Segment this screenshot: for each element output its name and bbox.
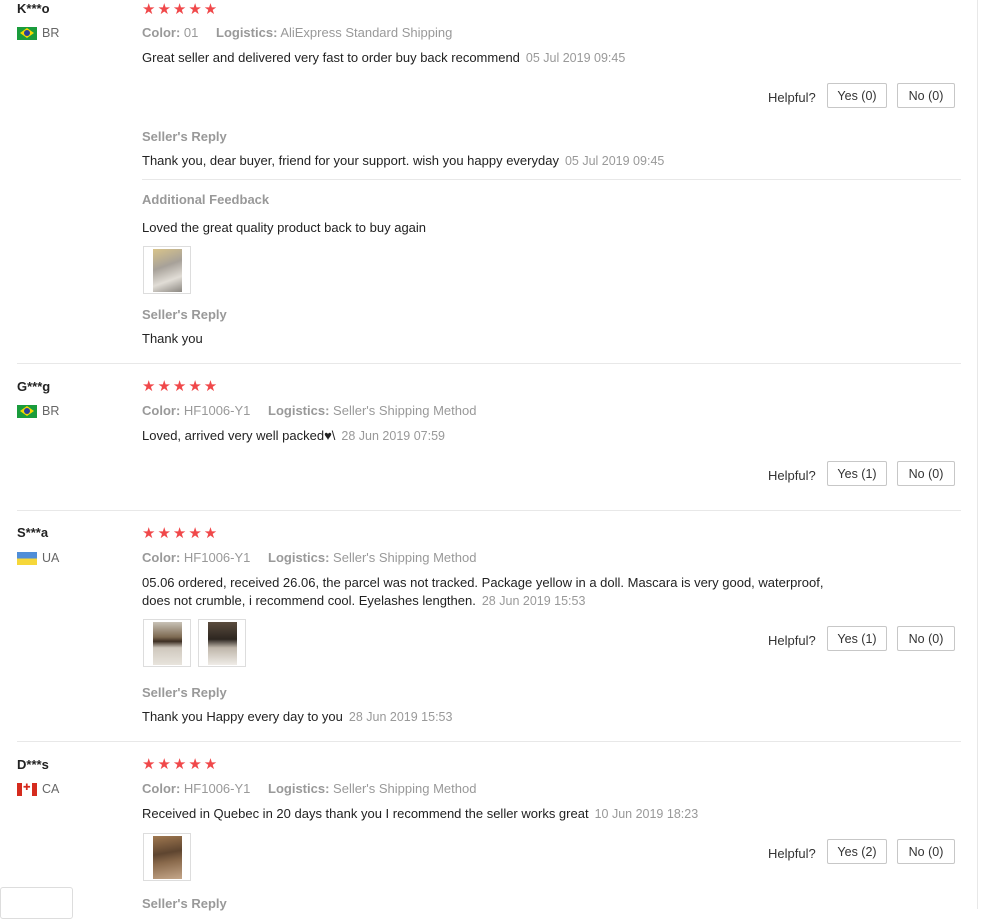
review-text: Loved, arrived very well packed♥\ 28 Jun …: [142, 426, 445, 446]
reviewer-name: D***s: [17, 757, 49, 772]
review-meta: Color: HF1006-Y1 Logistics: Seller's Shi…: [142, 781, 476, 796]
brazil-flag-icon: [17, 26, 37, 40]
review-meta: Color: 01 Logistics: AliExpress Standard…: [142, 25, 452, 40]
review-body: Received in Quebec in 20 days thank you …: [142, 806, 589, 821]
canada-flag-icon: [17, 782, 37, 796]
reviewer-country: CA: [17, 782, 59, 796]
country-code: BR: [42, 26, 60, 40]
review-meta: Color: HF1006-Y1 Logistics: Seller's Shi…: [142, 403, 476, 418]
country-code: UA: [42, 551, 60, 565]
review-body: Great seller and delivered very fast to …: [142, 50, 520, 65]
logistics-value: Seller's Shipping Method: [333, 550, 477, 565]
reviewer-country: UA: [17, 551, 59, 565]
seller-reply-text: Thank you: [142, 331, 203, 346]
additional-feedback-title: Additional Feedback: [142, 192, 270, 207]
review-meta: Color: HF1006-Y1 Logistics: Seller's Shi…: [142, 550, 476, 565]
review-text-line-1: 05.06 ordered, received 26.06, the parce…: [142, 575, 824, 590]
review-text: Great seller and delivered very fast to …: [142, 48, 625, 68]
helpful-yes-button[interactable]: Yes (1): [827, 461, 887, 486]
star-rating: ★★★★★: [142, 1, 220, 18]
review-date: 10 Jun 2019 18:23: [594, 807, 699, 821]
color-label: Color:: [142, 550, 181, 565]
seller-reply-title: Seller's Reply: [142, 307, 227, 322]
helpful-yes-button[interactable]: Yes (1): [827, 626, 887, 651]
reviewer-country: BR: [17, 26, 59, 40]
review-text: Received in Quebec in 20 days thank you …: [142, 804, 698, 824]
helpful-label: Helpful?: [768, 90, 816, 105]
review-body: Loved, arrived very well packed♥\: [142, 428, 336, 443]
review-photo-thumbnail[interactable]: [198, 619, 246, 667]
ukraine-flag-icon: [17, 551, 37, 565]
color-label: Color:: [142, 25, 181, 40]
star-rating: ★★★★★: [142, 756, 220, 773]
helpful-yes-button[interactable]: Yes (0): [827, 83, 887, 108]
reviewer-name: K***o: [17, 1, 50, 16]
helpful-yes-button[interactable]: Yes (2): [827, 839, 887, 864]
helpful-no-button[interactable]: No (0): [897, 839, 955, 864]
helpful-label: Helpful?: [768, 468, 816, 483]
floating-panel-tab[interactable]: [0, 887, 73, 919]
star-rating: ★★★★★: [142, 378, 220, 395]
helpful-no-button[interactable]: No (0): [897, 83, 955, 108]
color-label: Color:: [142, 403, 181, 418]
helpful-no-button[interactable]: No (0): [897, 626, 955, 651]
review-photo-thumbnail[interactable]: [143, 246, 191, 294]
star-rating: ★★★★★: [142, 525, 220, 542]
seller-reply-title: Seller's Reply: [142, 129, 227, 144]
review-date: 28 Jun 2019 07:59: [341, 429, 445, 443]
logistics-label: Logistics:: [268, 403, 330, 418]
color-value: HF1006-Y1: [183, 781, 251, 796]
reviewer-name: G***g: [17, 379, 51, 394]
review-divider: [17, 741, 961, 742]
review-photo-thumbnail[interactable]: [143, 833, 191, 881]
right-border: [977, 0, 978, 909]
review-body: does not crumble, i recommend cool. Eyel…: [142, 593, 476, 608]
additional-feedback-text: Loved the great quality product back to …: [142, 220, 427, 235]
logistics-label: Logistics:: [268, 550, 330, 565]
seller-reply-body: Thank you, dear buyer, friend for your s…: [142, 153, 559, 168]
brazil-flag-icon: [17, 404, 37, 418]
logistics-value: AliExpress Standard Shipping: [280, 25, 453, 40]
reviewer-country: BR: [17, 404, 59, 418]
helpful-label: Helpful?: [768, 633, 816, 648]
color-value: HF1006-Y1: [183, 403, 251, 418]
section-divider: [142, 179, 961, 180]
review-text-line-2: does not crumble, i recommend cool. Eyel…: [142, 591, 585, 611]
seller-reply-body: Thank you Happy every day to you: [142, 709, 343, 724]
review-date: 28 Jun 2019 15:53: [481, 594, 586, 608]
color-value: HF1006-Y1: [183, 550, 251, 565]
review-divider: [17, 363, 961, 364]
reviewer-name: S***a: [17, 525, 49, 540]
logistics-value: Seller's Shipping Method: [333, 403, 477, 418]
logistics-label: Logistics:: [268, 781, 330, 796]
review-date: 05 Jul 2019 09:45: [525, 51, 626, 65]
country-code: BR: [42, 404, 60, 418]
seller-reply-date: 28 Jun 2019 15:53: [348, 710, 453, 724]
country-code: CA: [42, 782, 60, 796]
review-divider: [17, 510, 961, 511]
seller-reply-text: Thank you Happy every day to you 28 Jun 2…: [142, 707, 452, 727]
helpful-no-button[interactable]: No (0): [897, 461, 955, 486]
seller-reply-text: Thank you, dear buyer, friend for your s…: [142, 151, 664, 171]
color-value: 01: [183, 25, 199, 40]
color-label: Color:: [142, 781, 181, 796]
logistics-value: Seller's Shipping Method: [333, 781, 477, 796]
seller-reply-date: 05 Jul 2019 09:45: [564, 154, 665, 168]
logistics-label: Logistics:: [216, 25, 278, 40]
seller-reply-title: Seller's Reply: [142, 685, 227, 700]
helpful-label: Helpful?: [768, 846, 816, 861]
review-photo-thumbnail[interactable]: [143, 619, 191, 667]
